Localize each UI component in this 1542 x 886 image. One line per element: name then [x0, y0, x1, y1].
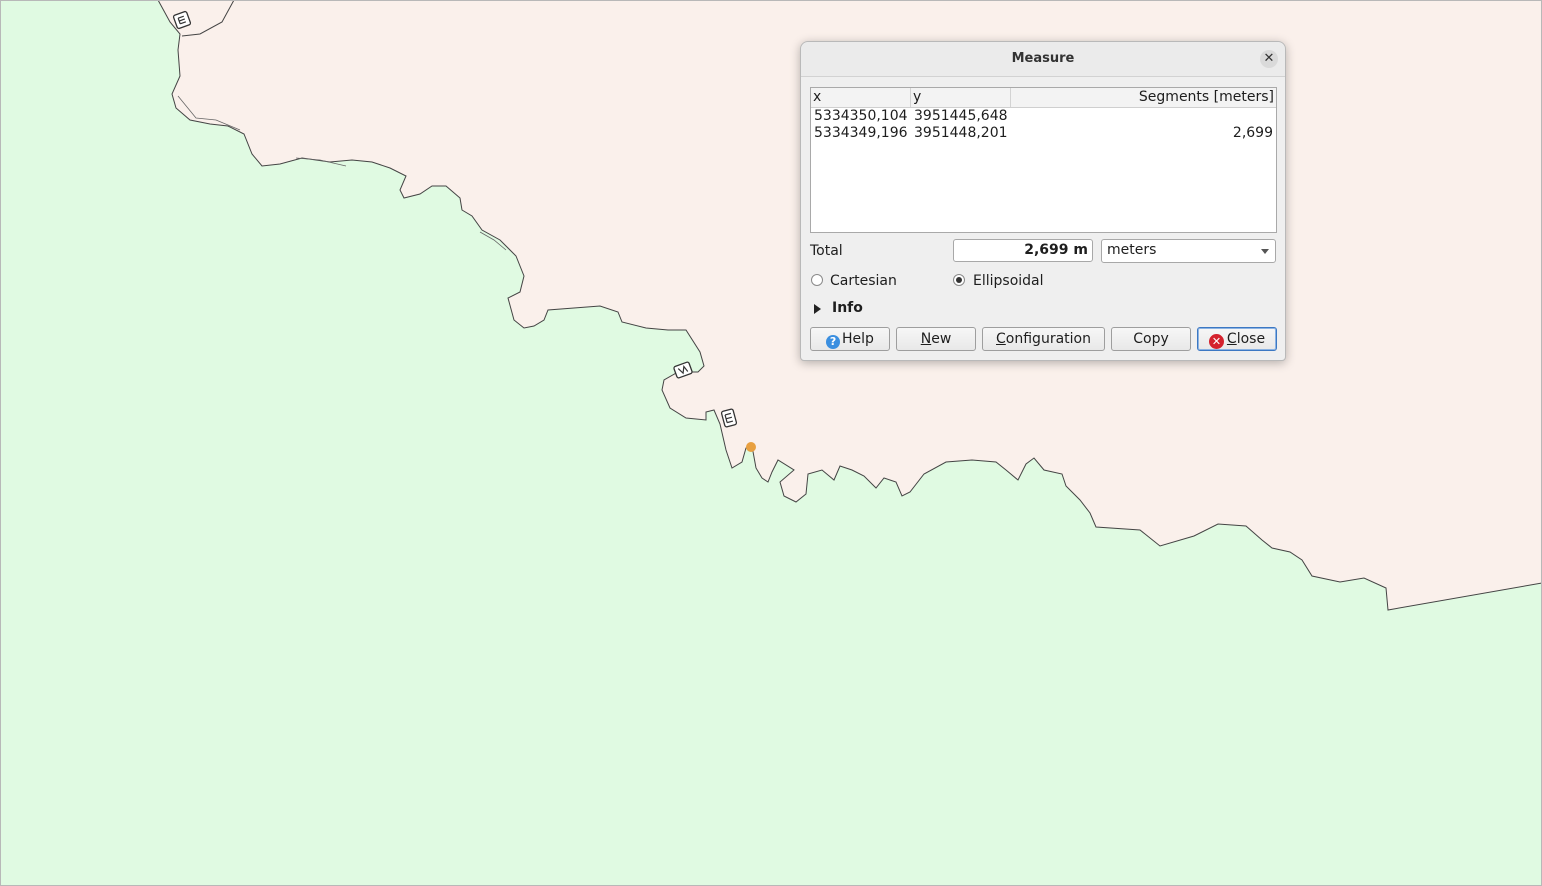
- units-dropdown[interactable]: meters: [1101, 239, 1276, 263]
- new-button-label: ew: [931, 331, 952, 347]
- close-circle-icon: ✕: [1208, 334, 1224, 349]
- dialog-titlebar[interactable]: Measure ✕: [801, 42, 1285, 77]
- cell-x: 5334350,104: [814, 108, 908, 124]
- new-button-mnemonic: N: [920, 331, 932, 347]
- help-button[interactable]: ? Help: [810, 327, 890, 351]
- chevron-down-icon: [1261, 249, 1269, 254]
- units-selected: meters: [1107, 242, 1157, 258]
- cell-segment: [1011, 108, 1276, 125]
- new-button[interactable]: New: [896, 327, 976, 351]
- cartesian-label[interactable]: Cartesian: [830, 273, 897, 289]
- table-row[interactable]: 5334349,196 3951448,201 2,699: [811, 125, 1276, 142]
- measure-dialog: Measure ✕ x y Segments [meters] 5334350,…: [800, 41, 1286, 361]
- total-value-field: 2,699 m: [953, 239, 1093, 262]
- expand-triangle-icon[interactable]: [814, 304, 821, 314]
- configuration-button-mnemonic: C: [996, 331, 1006, 347]
- cell-segment: 2,699: [1232, 125, 1273, 141]
- ellipsoidal-label[interactable]: Ellipsoidal: [973, 273, 1044, 289]
- close-button-mnemonic: C: [1226, 331, 1237, 347]
- map-canvas[interactable]: [0, 0, 1542, 886]
- info-section-toggle[interactable]: Info: [832, 300, 863, 316]
- cell-y: 3951445,648: [914, 108, 1008, 124]
- help-button-label: Help: [842, 331, 874, 347]
- table-row[interactable]: 5334350,104 3951445,648: [811, 108, 1276, 125]
- ellipsoidal-radio[interactable]: [953, 274, 965, 286]
- cell-x: 5334349,196: [814, 125, 908, 141]
- copy-button-label: Copy: [1133, 331, 1169, 347]
- table-header: x y Segments [meters]: [811, 88, 1276, 108]
- copy-button[interactable]: Copy: [1111, 327, 1191, 351]
- total-label: Total: [810, 243, 843, 259]
- column-header-x[interactable]: x: [811, 88, 911, 107]
- measurements-table[interactable]: x y Segments [meters] 5334350,104 395144…: [810, 87, 1277, 233]
- configuration-button[interactable]: Configuration: [982, 327, 1105, 351]
- close-button-label: lose: [1236, 331, 1266, 347]
- close-icon[interactable]: ✕: [1260, 50, 1278, 68]
- measure-point-marker: [746, 442, 756, 452]
- help-icon: ?: [826, 335, 841, 349]
- configuration-button-label: onfiguration: [1005, 331, 1091, 347]
- cartesian-radio[interactable]: [811, 274, 823, 286]
- dialog-title: Measure: [1011, 51, 1075, 66]
- column-header-y[interactable]: y: [911, 88, 1011, 107]
- close-button[interactable]: ✕ Close: [1197, 327, 1277, 351]
- column-header-segments[interactable]: Segments [meters]: [1011, 88, 1276, 107]
- cell-y: 3951448,201: [914, 125, 1008, 141]
